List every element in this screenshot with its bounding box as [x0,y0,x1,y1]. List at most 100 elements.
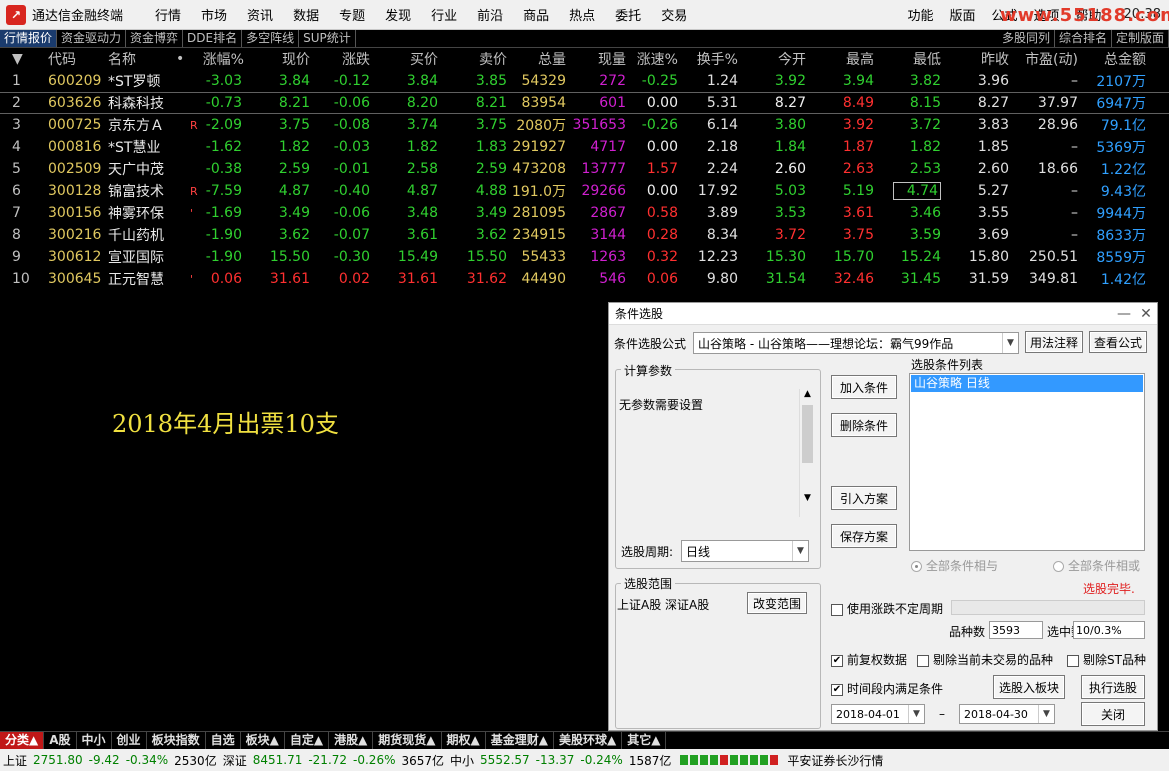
scroll-thumb[interactable] [802,405,813,463]
exclude-notrade-checkbox[interactable] [917,654,929,667]
col-turnover[interactable]: 换手% [690,49,738,69]
tab-sup-stats[interactable]: SUP统计 [299,30,356,47]
tab-multi-stock[interactable]: 多股同列 [998,30,1055,47]
tab-composite-rank[interactable]: 综合排名 [1055,30,1112,47]
btab-hk[interactable]: 港股▲ [329,732,374,749]
tab-capital-game[interactable]: 资金博弈 [126,30,184,47]
period-select[interactable]: 日线 ▼ [681,540,809,562]
col-high[interactable]: 最高 [828,49,874,69]
chevron-down-icon[interactable]: ▼ [792,541,808,561]
to-block-button[interactable]: 选股入板块 [993,675,1065,699]
formula-select[interactable]: 山谷策略 - 山谷策略——理想论坛：霸气99作品 ▼ [693,332,1019,354]
btab-category[interactable]: 分类▲ [0,732,45,749]
params-scrollbar[interactable]: ▲ ▼ [799,389,815,517]
btab-options[interactable]: 期权▲ [442,732,486,749]
menu-data[interactable]: 数据 [283,5,329,24]
col-prev-close[interactable]: 昨收 [955,49,1009,69]
run-select-button[interactable]: 执行选股 [1081,675,1145,699]
menu-trade[interactable]: 交易 [651,5,697,24]
add-condition-button[interactable]: 加入条件 [831,375,897,399]
usage-notes-button[interactable]: 用法注释 [1025,331,1083,353]
col-ask[interactable]: 卖价 [453,49,507,69]
import-plan-button[interactable]: 引入方案 [831,486,897,510]
close-icon[interactable]: ✕ [1135,306,1157,322]
menu-layout[interactable]: 版面 [941,5,983,24]
col-change-pct[interactable]: 涨幅% [200,49,244,69]
save-plan-button[interactable]: 保存方案 [831,524,897,548]
menu-functions[interactable]: 功能 [899,5,941,24]
col-low[interactable]: 最低 [893,49,941,69]
btab-watchlist[interactable]: 自选 [206,732,241,749]
menu-discover[interactable]: 发现 [375,5,421,24]
tab-capital-drive[interactable]: 资金驱动力 [57,30,127,47]
table-row[interactable]: 10 300645 正元智慧 ' 0.06 31.61 0.02 31.61 31.62 4449… [0,268,1169,290]
condition-list-item[interactable]: 山谷策略 日线 [911,375,1143,392]
scroll-down-icon[interactable]: ▼ [800,493,815,503]
btab-custom[interactable]: 自定▲ [285,732,330,749]
period-condition-option[interactable]: ✔ 时间段内满足条件 [831,680,943,697]
menu-orders[interactable]: 委托 [605,5,651,24]
menu-industry[interactable]: 行业 [421,5,467,24]
sort-arrow-icon[interactable]: ▼ [12,51,32,67]
radio-or-icon[interactable] [1053,561,1064,572]
chevron-down-icon[interactable]: ▼ [1002,333,1018,353]
tab-dde-rank[interactable]: DDE排名 [183,30,243,47]
radio-and-option[interactable]: 全部条件相与 [911,557,998,574]
col-open[interactable]: 今开 [760,49,806,69]
menu-hotspots[interactable]: 热点 [559,5,605,24]
table-row[interactable]: 1 600209 *ST罗顿 -3.03 3.84 -0.12 3.84 3.85 54329 2… [0,70,1169,92]
exclude-notrade-option[interactable]: 剔除当前未交易的品种 [917,651,1053,668]
tab-long-short[interactable]: 多空阵线 [242,30,300,47]
btab-sectors[interactable]: 板块▲ [241,732,285,749]
btab-funds[interactable]: 基金理财▲ [486,732,554,749]
scroll-up-icon[interactable]: ▲ [800,389,815,399]
col-price[interactable]: 现价 [255,49,310,69]
calendar-dropdown-icon[interactable]: ▼ [908,705,924,723]
btab-gem[interactable]: 创业 [112,732,147,749]
col-pe[interactable]: 市盈(动) [1020,49,1078,69]
delete-condition-button[interactable]: 删除条件 [831,413,897,437]
col-speed[interactable]: 涨速% [632,49,678,69]
date-from-picker[interactable]: 2018-04-01 ▼ [831,704,925,724]
table-row[interactable]: 2 603626 科森科技 -0.73 8.21 -0.06 8.20 8.21 83954 60… [0,92,1169,114]
view-formula-button[interactable]: 查看公式 [1089,331,1147,353]
table-row[interactable]: 7 300156 神雾环保 ' -1.69 3.49 -0.06 3.48 3.49 281095… [0,202,1169,224]
change-range-button[interactable]: 改变范围 [747,592,807,614]
menu-frontier[interactable]: 前沿 [467,5,513,24]
table-row[interactable]: 6 300128 锦富技术 R -7.59 4.87 -0.40 4.87 4.88 191.0万… [0,180,1169,202]
prerestore-option[interactable]: ✔ 前复权数据 [831,651,907,668]
sz-index-label[interactable]: 深证 [220,752,250,769]
col-volume[interactable]: 总量 [510,49,566,69]
btab-a-shares[interactable]: A股 [44,732,77,749]
menu-commodities[interactable]: 商品 [513,5,559,24]
menu-topics[interactable]: 专题 [329,5,375,24]
table-row[interactable]: 8 300216 千山药机 -1.90 3.62 -0.07 3.61 3.62 234915 3… [0,224,1169,246]
table-row[interactable]: 4 000816 *ST慧业 -1.62 1.82 -0.03 1.82 1.83 291927… [0,136,1169,158]
calendar-dropdown-icon[interactable]: ▼ [1038,705,1054,723]
table-row[interactable]: 5 002509 天广中茂 -0.38 2.59 -0.01 2.58 2.59 473208 1… [0,158,1169,180]
btab-futures[interactable]: 期货现货▲ [373,732,442,749]
uncertain-period-option[interactable]: 使用涨跌不定周期 [831,600,943,617]
dialog-titlebar[interactable]: 条件选股 — ✕ [609,303,1157,325]
date-to-picker[interactable]: 2018-04-30 ▼ [959,704,1055,724]
col-change[interactable]: 涨跌 [318,49,370,69]
col-code[interactable]: 代码 [48,49,108,69]
menu-market[interactable]: 市场 [191,5,237,24]
minimize-icon[interactable]: — [1113,306,1135,322]
period-condition-checkbox[interactable]: ✔ [831,683,843,696]
tab-quotes[interactable]: 行情报价 [0,30,58,47]
exclude-st-checkbox[interactable] [1067,654,1079,667]
menu-quotes[interactable]: 行情 [145,5,191,24]
prerestore-checkbox[interactable]: ✔ [831,654,843,667]
menu-news[interactable]: 资讯 [237,5,283,24]
sme-index-label[interactable]: 中小 [447,752,477,769]
sh-index-label[interactable]: 上证 [0,752,30,769]
exclude-st-option[interactable]: 剔除ST品种 [1067,651,1146,668]
col-current-vol[interactable]: 现量 [568,49,626,69]
btab-other[interactable]: 其它▲ [622,732,667,749]
uncertain-period-field[interactable] [951,600,1145,615]
tab-custom-layout[interactable]: 定制版面 [1112,30,1169,47]
table-row[interactable]: 9 300612 宣亚国际 -1.90 15.50 -0.30 15.49 15.50 5543… [0,246,1169,268]
uncertain-period-checkbox[interactable] [831,603,843,616]
radio-or-option[interactable]: 全部条件相或 [1053,557,1140,574]
